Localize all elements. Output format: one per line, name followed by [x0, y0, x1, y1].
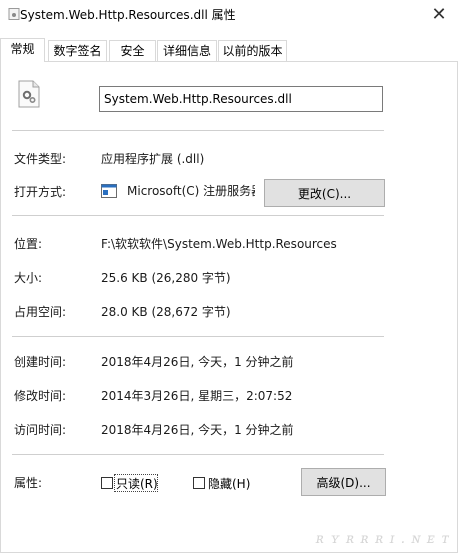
- size-on-disk-value: 28.0 KB (28,672 字节): [101, 305, 231, 319]
- accessed-label: 访问时间:: [14, 423, 67, 437]
- close-icon: ✕: [431, 3, 447, 25]
- location-label: 位置:: [14, 237, 43, 251]
- location-value: F:\软软软件\System.Web.Http.Resources: [101, 237, 337, 251]
- accessed-value: 2018年4月26日, 今天，1 分钟之前: [101, 423, 294, 437]
- created-label: 创建时间:: [14, 355, 67, 369]
- advanced-button[interactable]: 高级(D)...: [301, 468, 386, 496]
- hidden-label[interactable]: 隐藏(H): [208, 475, 250, 492]
- open-with-label: 打开方式:: [14, 185, 67, 199]
- tab-digital-signatures[interactable]: 数字签名: [48, 40, 107, 61]
- hidden-checkbox[interactable]: [193, 477, 205, 489]
- size-value: 25.6 KB (26,280 字节): [101, 271, 231, 285]
- file-type-value: 应用程序扩展 (.dll): [101, 152, 205, 166]
- tab-security[interactable]: 安全: [109, 40, 156, 61]
- modified-label: 修改时间:: [14, 389, 67, 403]
- readonly-checkbox[interactable]: [101, 477, 113, 489]
- attributes-label: 属性:: [14, 476, 43, 490]
- dll-gear-file-icon: [18, 80, 40, 108]
- file-name-input[interactable]: [99, 86, 383, 112]
- watermark-logo: ʀ ʏ ʀ ʀ ʀ ɪ . ɴ ᴇ ᴛ: [315, 531, 450, 547]
- change-button[interactable]: 更改(C)...: [264, 179, 385, 207]
- tab-bar: 常规 数字签名 安全 详细信息 以前的版本: [0, 38, 458, 62]
- tab-details[interactable]: 详细信息: [157, 40, 217, 61]
- size-label: 大小:: [14, 271, 43, 285]
- window-title: System.Web.Http.Resources.dll 属性: [20, 8, 236, 22]
- modified-value: 2014年3月26日, 星期三，2:07:52: [101, 389, 293, 403]
- tab-previous-versions[interactable]: 以前的版本: [218, 40, 287, 61]
- title-bar: System.Web.Http.Resources.dll 属性 ✕: [0, 0, 458, 30]
- separator-4: [12, 454, 384, 455]
- tab-general[interactable]: 常规: [0, 38, 45, 62]
- open-with-value: Microsoft(C) 注册服务器: [127, 184, 255, 198]
- separator-2: [12, 215, 384, 216]
- separator-1: [12, 130, 384, 131]
- readonly-label[interactable]: 只读(R): [116, 475, 158, 492]
- created-value: 2018年4月26日, 今天，1 分钟之前: [101, 355, 294, 369]
- file-type-label: 文件类型:: [14, 152, 67, 166]
- size-on-disk-label: 占用空间:: [14, 305, 67, 319]
- application-window-icon: [101, 184, 117, 198]
- separator-3: [12, 336, 384, 337]
- dll-file-icon: [8, 8, 20, 20]
- close-button[interactable]: ✕: [426, 2, 452, 26]
